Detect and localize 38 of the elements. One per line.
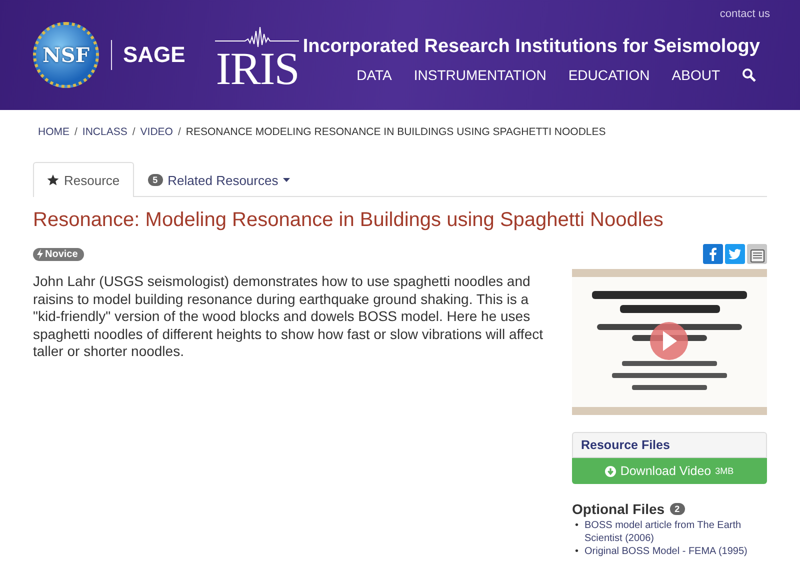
seismogram-icon — [215, 25, 300, 47]
nav-link[interactable]: INSTRUMENTATION — [414, 67, 546, 83]
tab[interactable]: Resource — [33, 162, 134, 197]
section-heading: Optional Files — [572, 501, 665, 517]
nav-link[interactable]: EDUCATION — [568, 67, 650, 83]
count-badge: 2 — [670, 503, 685, 515]
tab-label: Related Resources — [168, 172, 278, 188]
breadcrumb-link[interactable]: HOME — [38, 126, 70, 138]
breadcrumb-separator: / — [74, 126, 78, 138]
sage-logo[interactable]: SAGE — [123, 42, 186, 68]
tab-label: Resource — [64, 172, 120, 188]
breadcrumb-link[interactable]: VIDEO — [140, 126, 173, 138]
facebook-icon[interactable] — [703, 244, 723, 264]
breadcrumb-separator: / — [178, 126, 181, 138]
star-icon — [47, 174, 59, 186]
twitter-icon[interactable] — [725, 244, 745, 264]
panel-title: Resource Files — [581, 438, 670, 452]
iris-logo[interactable]: IRIS — [216, 47, 299, 91]
search-icon[interactable] — [742, 68, 756, 82]
tab[interactable]: 5 Related Resources — [134, 162, 304, 197]
count-badge: 5 — [148, 174, 163, 186]
contact-link[interactable]: contact us — [720, 8, 770, 20]
file-link[interactable]: Original BOSS Model - FEMA (1995) — [584, 545, 748, 558]
lightning-icon — [37, 249, 43, 259]
level-badge: Novice — [33, 248, 84, 260]
description-text: John Lahr (USGS seismologist) demonstrates how to use spaghetti noodles and raisins to model building resonance during earthquake ground shaking. This is a "kid-friendly" version of the wood blocks and dowels BOSS model. Here he uses spaghetti noodles of different heights to show how fast or slow vibrations will affect taller or shorter noodles. — [33, 273, 544, 361]
breadcrumb-current: RESONANCE MODELING RESONANCE IN BUILDINGS USING SPAGHETTI NOODLES — [186, 126, 606, 138]
nav-link[interactable]: ABOUT — [672, 67, 720, 83]
file-link[interactable]: BOSS model article from The Earth Scientist (2006) — [584, 519, 767, 545]
organization-name: Incorporated Research Institutions for Seismology — [302, 36, 760, 58]
notes-icon[interactable] — [747, 244, 767, 264]
breadcrumb-separator: / — [132, 126, 136, 138]
bullet: • — [575, 519, 579, 533]
nav-link[interactable]: DATA — [356, 67, 392, 83]
download-icon — [605, 466, 616, 476]
breadcrumb-link[interactable]: INCLASS — [82, 126, 128, 138]
bullet: • — [575, 545, 579, 558]
page-title: Resonance: Modeling Resonance in Buildings using Spaghetti Noodles — [33, 209, 664, 232]
